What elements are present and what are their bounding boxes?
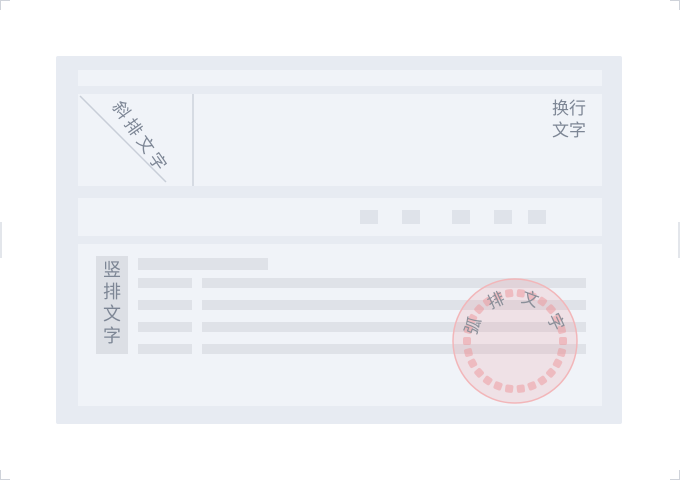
crop-mark-top-left <box>0 0 10 10</box>
vertical-char: 文 <box>103 304 121 325</box>
vertical-char: 字 <box>103 326 121 347</box>
placeholder-chip <box>402 210 420 224</box>
header-panel: 斜排文字 换行 文字 <box>78 94 602 186</box>
placeholder-chip <box>528 210 546 224</box>
placeholder-label-bar <box>138 278 192 288</box>
slanted-text-cell: 斜排文字 <box>78 94 194 186</box>
crop-mark-bottom-left <box>0 470 10 480</box>
stamp-tooth <box>504 289 514 298</box>
toolbar-panel <box>78 198 602 236</box>
wrapped-text-line-1: 换行 <box>552 99 586 119</box>
content-panel: 竖 排 文 字 弧排文字 <box>78 244 602 406</box>
side-tick-left <box>0 222 2 258</box>
stamp-tooth <box>516 384 526 393</box>
header-strip <box>78 70 602 86</box>
crop-mark-top-right <box>670 0 680 10</box>
placeholder-label-bar <box>138 300 192 310</box>
wrapped-text: 换行 文字 <box>544 98 586 142</box>
placeholder-label-bar <box>138 322 192 332</box>
placeholder-label-bar <box>138 344 192 354</box>
stamp-seal: 弧排 文字 <box>452 278 578 404</box>
placeholder-title-bar <box>138 258 268 270</box>
vertical-text-label: 竖 排 文 字 <box>96 256 128 354</box>
stamp-tooth <box>463 337 471 345</box>
vertical-char: 排 <box>103 282 121 303</box>
placeholder-chip <box>494 210 512 224</box>
placeholder-chip <box>452 210 470 224</box>
stamp-tooth <box>504 384 514 393</box>
wrapped-text-line-2: 文字 <box>552 121 586 141</box>
stamp-tooth <box>559 337 567 345</box>
document-card: 斜排文字 换行 文字 竖 排 文 字 弧 排 文 字 <box>56 56 622 424</box>
vertical-char: 竖 <box>103 260 121 281</box>
crop-mark-bottom-right <box>670 470 680 480</box>
placeholder-chip <box>360 210 378 224</box>
